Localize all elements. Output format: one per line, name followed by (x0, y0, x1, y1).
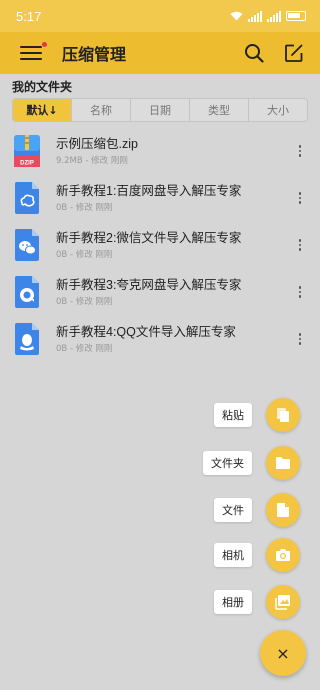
sort-bar: 默认↓ 名称 日期 类型 大小 (12, 98, 308, 122)
file-meta: 0B - 修改 刚刚 (56, 203, 113, 213)
baidu-doc-icon (12, 181, 42, 215)
status-icons (230, 10, 306, 22)
fab-gallery-label[interactable]: 相册 (214, 590, 252, 614)
paste-icon (277, 408, 289, 422)
battery-icon (286, 11, 306, 21)
sort-tab-type[interactable]: 类型 (190, 99, 249, 121)
file-meta: 0B - 修改 刚刚 (56, 297, 113, 307)
file-name: 新手教程4:QQ文件导入解压专家 (56, 325, 236, 339)
file-list: DZIP 示例压缩包.zip 9.2MB - 修改 刚刚 新手教程1:百度网盘导… (0, 128, 320, 362)
fab-camera-label[interactable]: 相机 (214, 543, 252, 567)
zip-file-icon: DZIP (12, 134, 42, 168)
list-item[interactable]: 新手教程1:百度网盘导入解压专家 0B - 修改 刚刚 (0, 175, 320, 221)
status-bar: 5:17 (0, 0, 320, 32)
sort-tab-size[interactable]: 大小 (249, 99, 307, 121)
list-item[interactable]: 新手教程4:QQ文件导入解压专家 0B - 修改 刚刚 (0, 316, 320, 362)
file-name: 新手教程1:百度网盘导入解压专家 (56, 184, 242, 198)
sort-tab-date[interactable]: 日期 (131, 99, 190, 121)
new-file-button[interactable] (266, 493, 300, 527)
fab-file-label[interactable]: 文件 (214, 498, 252, 522)
fab-folder-label[interactable]: 文件夹 (203, 451, 252, 475)
wifi-icon (230, 11, 243, 21)
fab-paste-label[interactable]: 粘贴 (214, 403, 252, 427)
more-options-button[interactable] (292, 280, 308, 304)
close-icon: × (276, 643, 290, 663)
sort-tab-name[interactable]: 名称 (72, 99, 131, 121)
more-options-button[interactable] (292, 186, 308, 210)
list-item[interactable]: 新手教程2:微信文件导入解压专家 0B - 修改 刚刚 (0, 222, 320, 268)
file-name: 新手教程2:微信文件导入解压专家 (56, 231, 242, 245)
more-options-button[interactable] (292, 233, 308, 257)
list-item[interactable]: 新手教程3:夸克网盘导入解压专家 0B - 修改 刚刚 (0, 269, 320, 315)
camera-icon (276, 549, 290, 561)
fab-file[interactable]: 文件 (214, 493, 300, 527)
page-title: 压缩管理 (62, 45, 127, 64)
gallery-icon (275, 595, 290, 610)
signal-2-icon (267, 10, 281, 22)
edit-button[interactable] (278, 37, 310, 69)
svg-text:DZIP: DZIP (20, 161, 34, 167)
menu-button[interactable] (20, 42, 47, 63)
file-meta: 9.2MB - 修改 刚刚 (56, 156, 128, 166)
signal-1-icon (248, 10, 262, 22)
app-bar: 压缩管理 (0, 32, 320, 74)
status-time: 5:17 (16, 8, 42, 24)
fab-paste[interactable]: 粘贴 (214, 398, 300, 432)
close-fab-button[interactable]: × (260, 630, 306, 676)
notification-dot (42, 42, 47, 47)
camera-button[interactable] (266, 538, 300, 572)
fab-gallery[interactable]: 相册 (214, 585, 300, 619)
folder-section: 我的文件夹 默认↓ 名称 日期 类型 大小 (0, 74, 320, 122)
more-options-button[interactable] (292, 139, 308, 163)
file-meta: 0B - 修改 刚刚 (56, 250, 113, 260)
fab-camera[interactable]: 相机 (214, 538, 300, 572)
edit-icon (285, 44, 303, 62)
quark-doc-icon (12, 275, 42, 309)
file-meta: 0B - 修改 刚刚 (56, 344, 113, 354)
file-icon (277, 503, 289, 517)
gallery-button[interactable] (266, 585, 300, 619)
fab-folder[interactable]: 文件夹 (203, 446, 300, 480)
qq-doc-icon (12, 322, 42, 356)
wechat-doc-icon (12, 228, 42, 262)
file-name: 示例压缩包.zip (56, 137, 138, 151)
folder-icon (276, 457, 290, 469)
more-options-button[interactable] (292, 327, 308, 351)
paste-button[interactable] (266, 398, 300, 432)
search-button[interactable] (238, 37, 270, 69)
new-folder-button[interactable] (266, 446, 300, 480)
search-icon (245, 44, 264, 63)
section-title: 我的文件夹 (12, 80, 73, 94)
list-item[interactable]: DZIP 示例压缩包.zip 9.2MB - 修改 刚刚 (0, 128, 320, 174)
file-name: 新手教程3:夸克网盘导入解压专家 (56, 278, 242, 292)
sort-tab-default[interactable]: 默认↓ (13, 99, 72, 121)
